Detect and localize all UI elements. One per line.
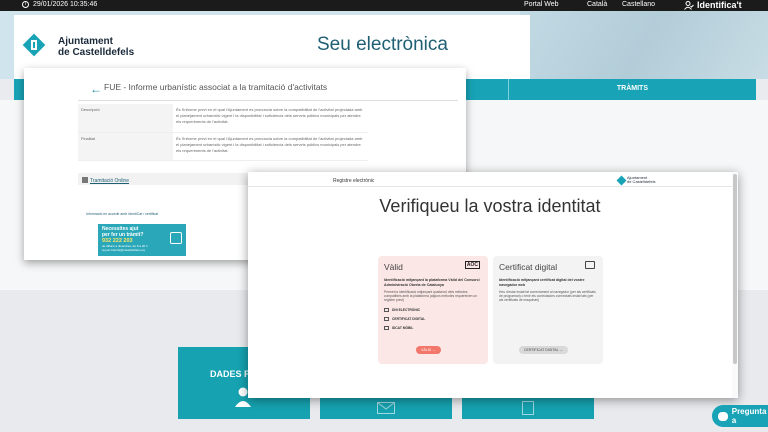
portal-web-link[interactable]: Portal Web [524, 1, 559, 8]
datetime-text: 29/01/2026 10:35:46 [33, 1, 98, 8]
registre-label: Registre electrònic [333, 178, 375, 184]
certificat-card[interactable]: Certificat digital Identificació mitjanç… [493, 256, 603, 364]
tile-notificacions[interactable] [320, 398, 452, 419]
logo-line1: Ajuntament [58, 36, 113, 47]
certificate-card-icon [585, 261, 595, 269]
cert-subdescription: Heu d'estar instal·lat correctament al n… [499, 290, 596, 303]
mobile-icon [384, 325, 389, 330]
banner-email: suport.tramits@castelldefels.org [102, 248, 145, 252]
logo-mark-icon [616, 175, 627, 185]
tile-documents[interactable] [462, 398, 594, 419]
id-card-icon [384, 307, 389, 312]
header-photo [520, 11, 768, 79]
cert-description: Identificació mitjançant certificat digi… [499, 278, 585, 287]
option-dni-label: DNI ELECTRÒNIC [392, 307, 421, 312]
scrollbar[interactable] [732, 172, 738, 398]
row-value: És l'informe previ en el qual l'Ajuntame… [173, 104, 368, 133]
table-row: Finalitat És l'informe previ en el qual … [78, 132, 368, 161]
row-key: Descripció [78, 104, 173, 133]
cert-button-label: CERTIFICAT DIGITAL [524, 348, 559, 352]
verify-heading: Verifiqueu la vostra identitat [379, 196, 601, 216]
verify-logo: Ajuntament de Castelldefels [616, 175, 656, 185]
row-key: Finalitat [78, 132, 173, 161]
back-arrow-icon[interactable]: ← [90, 82, 102, 96]
computer-icon [82, 177, 88, 183]
site-title: Seu electrònica [317, 34, 448, 55]
castellano-link[interactable]: Castellano [622, 1, 655, 8]
valid-subdescription: Permet la identificació mitjançant quals… [384, 290, 478, 303]
datetime: i 29/01/2026 10:35:46 [22, 1, 97, 8]
chat-label: Pregunta a [731, 407, 767, 425]
valid-description: Identificació mitjançant la plataforma V… [384, 278, 480, 287]
option-dni: DNI ELECTRÒNIC [384, 307, 482, 312]
logo-text: Ajuntament de Castelldefels [58, 36, 134, 58]
castelldefels-logo-icon[interactable] [22, 33, 46, 57]
tramitacio-online-link[interactable]: Tramitació Online [90, 178, 129, 184]
chat-icon [718, 411, 728, 421]
identify-button[interactable]: Identifica't [684, 0, 742, 10]
identicat-info-link[interactable]: Informació en accedir amb IdentiCat / ce… [86, 212, 158, 216]
identity-verification-window: Registre electrònic Ajuntament de Castel… [248, 172, 738, 398]
procedure-title: FUE - Informe urbanístic associat a la t… [104, 82, 328, 92]
cert-title: Certificat digital [499, 262, 558, 272]
title-divider [78, 100, 458, 101]
identify-label: Identifica't [697, 0, 742, 10]
certificat-digital-button[interactable]: CERTIFICAT DIGITAL → [519, 346, 568, 354]
logo-line2: de Castelldefels [58, 47, 135, 58]
option-certificat: CERTIFICAT DIGITAL [384, 316, 482, 321]
chat-button[interactable]: Pregunta a [712, 405, 768, 427]
procedure-info-table: Descripció És l'informe previ en el qual… [78, 104, 368, 161]
top-bar: i 29/01/2026 10:35:46 Portal Web Català … [0, 0, 768, 11]
row-value: És l'informe previ en el qual l'Ajuntame… [173, 132, 368, 161]
verify-logo-line2: de Castelldefels [627, 179, 656, 184]
table-row: Descripció És l'informe previ en el qual… [78, 104, 368, 133]
certificate-icon [384, 316, 389, 321]
envelope-icon [377, 402, 395, 414]
aoc-badge-icon: AOC [464, 261, 480, 269]
valid-button[interactable]: VÀLID → [416, 346, 441, 354]
valid-button-label: VÀLID [421, 348, 432, 352]
catala-link[interactable]: Català [587, 1, 607, 8]
option-idcat: IDCAT MÒBIL [384, 325, 482, 330]
valid-card[interactable]: Vàlid AOC Identificació mitjançant la pl… [378, 256, 488, 364]
document-icon [522, 401, 534, 415]
nav-tramits[interactable]: TRÀMITS [617, 85, 648, 92]
nav-divider [508, 79, 509, 100]
info-icon: i [22, 1, 29, 8]
chat-bubble-icon [170, 232, 182, 244]
help-banner[interactable]: Necessites ajut per fer un tràmit? 932 2… [98, 224, 186, 256]
scrollbar-thumb[interactable] [733, 174, 737, 364]
option-idcat-label: IDCAT MÒBIL [392, 325, 414, 330]
user-check-icon [684, 0, 694, 10]
verify-separator [248, 186, 738, 187]
option-certificat-label: CERTIFICAT DIGITAL [392, 316, 426, 321]
